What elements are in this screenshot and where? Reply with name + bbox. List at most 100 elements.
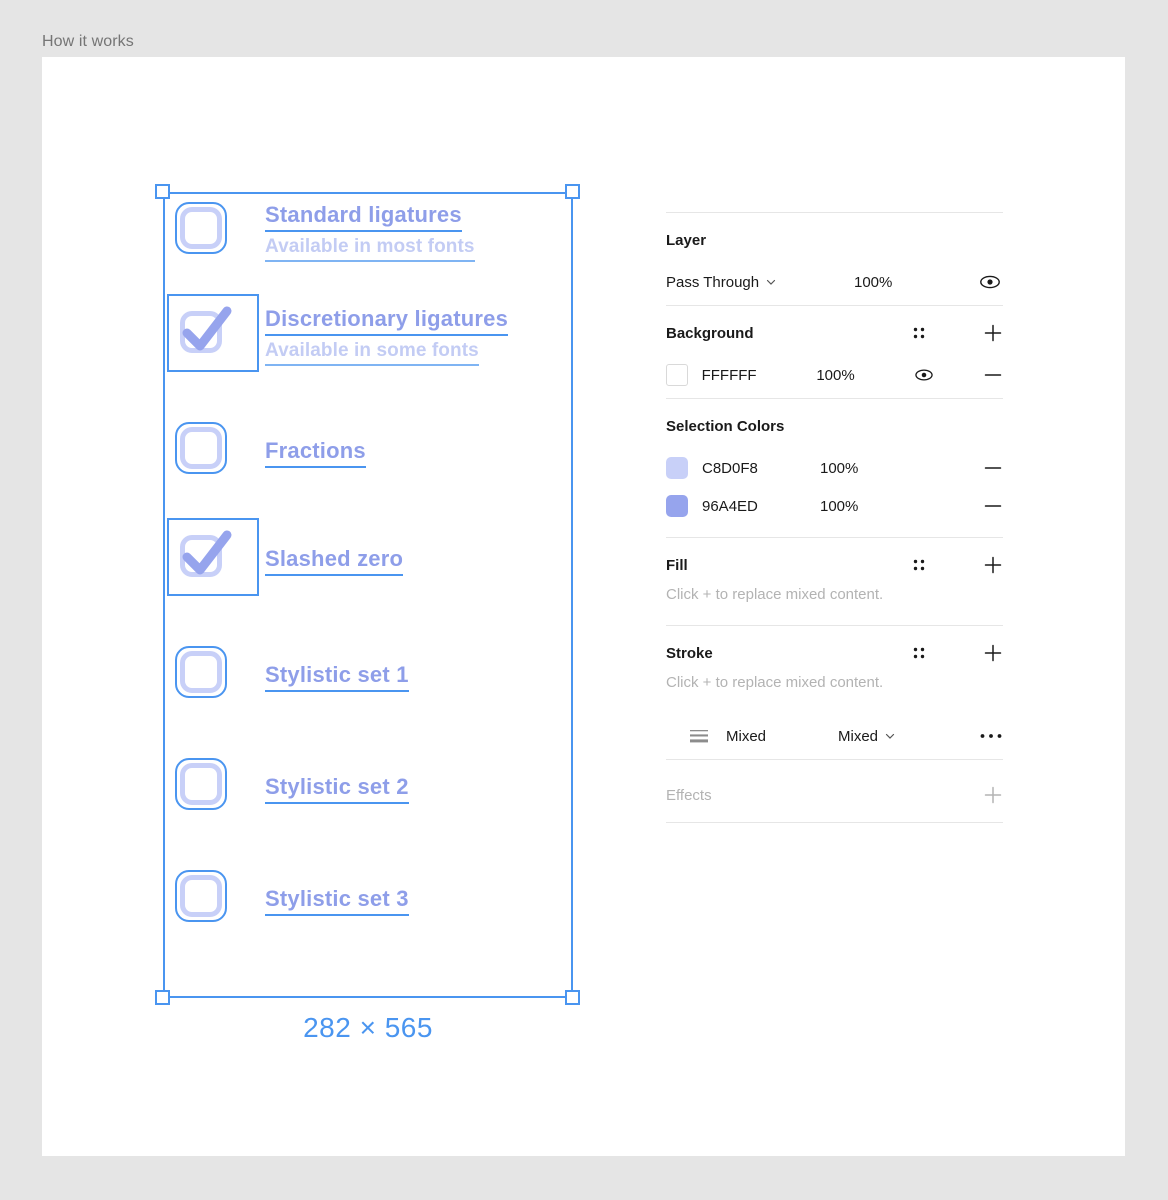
selection-colors-header: Selection Colors [666,399,1003,445]
selection-color-hex-value: 96A4ED [702,498,758,515]
background-remove-button[interactable] [958,365,1003,385]
layer-visibility-toggle[interactable] [977,269,1003,295]
layer-properties-row: Pass Through 100% [666,259,1003,305]
list-item[interactable]: Standard ligatures Available in most fon… [169,200,569,268]
layer-opacity-field[interactable]: 100% [796,274,892,291]
eye-icon [914,368,934,382]
selection-color-opacity-value: 100% [820,498,858,515]
color-swatch[interactable] [666,364,688,386]
four-dot-grid-icon [911,325,927,341]
background-add-button[interactable] [957,323,1003,343]
blend-mode-value: Pass Through [666,274,759,291]
list-item-title: Standard ligatures [265,200,462,232]
stroke-align-value: Mixed [838,728,878,745]
stroke-weight-row: Mixed Mixed [666,713,1003,759]
stroke-weight-icon [689,728,709,744]
selection-color-hex-field[interactable]: 96A4ED [702,498,820,515]
resize-handle-bottom-right[interactable] [565,990,580,1005]
sub-selection-outline [167,294,259,372]
resize-handle-top-left[interactable] [155,184,170,199]
eye-icon [979,274,1001,290]
selection-color-hex-value: C8D0F8 [702,460,758,477]
chevron-down-icon [765,276,777,288]
selection-color-opacity-field[interactable]: 100% [820,460,920,477]
list-item-text: Discretionary ligatures Available in som… [265,304,508,366]
layer-section: Layer Pass Through 100% [666,212,1003,306]
fill-style-button[interactable] [911,557,957,573]
selection-colors-section: Selection Colors C8D0F8 100% 96A4ED [666,399,1003,538]
checkbox-unchecked[interactable] [177,872,225,920]
list-item[interactable]: Discretionary ligatures Available in som… [169,304,569,372]
list-item-title: Stylistic set 3 [265,884,409,916]
chevron-down-icon [884,730,896,742]
fill-mixed-note: Click + to replace mixed content. [666,584,1003,625]
effects-section-header: Effects [666,760,1003,822]
color-swatch[interactable] [666,495,688,517]
layer-opacity-value: 100% [854,274,892,291]
list-item[interactable]: Fractions [169,420,569,488]
stroke-weight-button[interactable] [686,723,712,749]
selection-color-row[interactable]: C8D0F8 100% [666,445,1003,491]
checkbox-unchecked[interactable] [177,760,225,808]
checkbox-checked[interactable] [177,308,225,356]
selection-color-opacity-value: 100% [820,460,858,477]
background-color-row[interactable]: FFFFFF 100% [666,352,1003,398]
list-item[interactable]: Stylistic set 2 [169,756,569,824]
list-item-title: Stylistic set 2 [265,772,409,804]
selection-group[interactable]: Standard ligatures Available in most fon… [163,192,573,1000]
sub-selection-outline [167,518,259,596]
section-title: Layer [666,232,1003,249]
stroke-weight-field[interactable]: Mixed [726,728,838,745]
background-hex-value: FFFFFF [702,367,757,384]
list-item[interactable]: Slashed zero [169,528,569,596]
four-dot-grid-icon [911,645,927,661]
background-hex-field[interactable]: FFFFFF [702,367,817,384]
checkbox-checked[interactable] [177,532,225,580]
sub-selection-outline [175,202,227,254]
minus-icon [983,458,1003,478]
selection-color-remove-button[interactable] [957,458,1003,478]
fill-section-header: Fill [666,538,1003,584]
resize-handle-top-right[interactable] [565,184,580,199]
selection-color-row[interactable]: 96A4ED 100% [666,491,1003,537]
section-title: Selection Colors [666,418,1003,435]
color-swatch[interactable] [666,457,688,479]
checkbox-unchecked[interactable] [177,204,225,252]
list-item-text: Stylistic set 1 [265,644,409,692]
stroke-align-select[interactable]: Mixed [838,728,948,745]
plus-icon [983,643,1003,663]
fill-add-button[interactable] [957,555,1003,575]
background-visibility-toggle[interactable] [914,368,959,382]
blend-mode-select[interactable]: Pass Through [666,274,796,291]
four-dot-grid-icon [911,557,927,573]
section-title: Effects [666,787,957,804]
stroke-style-button[interactable] [911,645,957,661]
sub-selection-outline [175,870,227,922]
sub-selection-outline [175,422,227,474]
stroke-section-header: Stroke [666,626,1003,672]
effects-add-button[interactable] [957,785,1003,805]
stroke-mixed-note: Click + to replace mixed content. [666,672,1003,713]
background-opacity-field[interactable]: 100% [816,367,913,384]
checkbox-unchecked[interactable] [177,424,225,472]
selection-color-remove-button[interactable] [957,496,1003,516]
stroke-more-options-button[interactable] [957,732,1003,740]
list-item[interactable]: Stylistic set 1 [169,644,569,712]
stroke-section: Stroke Click + to replace mixed content. [666,626,1003,760]
background-section: Background FFFFFF 10 [666,306,1003,399]
list-item-text: Standard ligatures Available in most fon… [265,200,475,262]
stroke-add-button[interactable] [957,643,1003,663]
plus-icon [983,785,1003,805]
properties-panel: Layer Pass Through 100% Backgr [666,212,1003,823]
list-item[interactable]: Stylistic set 3 [169,868,569,936]
selection-color-opacity-field[interactable]: 100% [820,498,920,515]
ellipsis-icon [979,732,1003,740]
background-section-header: Background [666,306,1003,352]
background-style-button[interactable] [911,325,957,341]
selection-color-hex-field[interactable]: C8D0F8 [702,460,820,477]
list-item-text: Stylistic set 2 [265,756,409,804]
list-item-text: Stylistic set 3 [265,868,409,916]
checkbox-unchecked[interactable] [177,648,225,696]
resize-handle-bottom-left[interactable] [155,990,170,1005]
list-item-title: Stylistic set 1 [265,660,409,692]
